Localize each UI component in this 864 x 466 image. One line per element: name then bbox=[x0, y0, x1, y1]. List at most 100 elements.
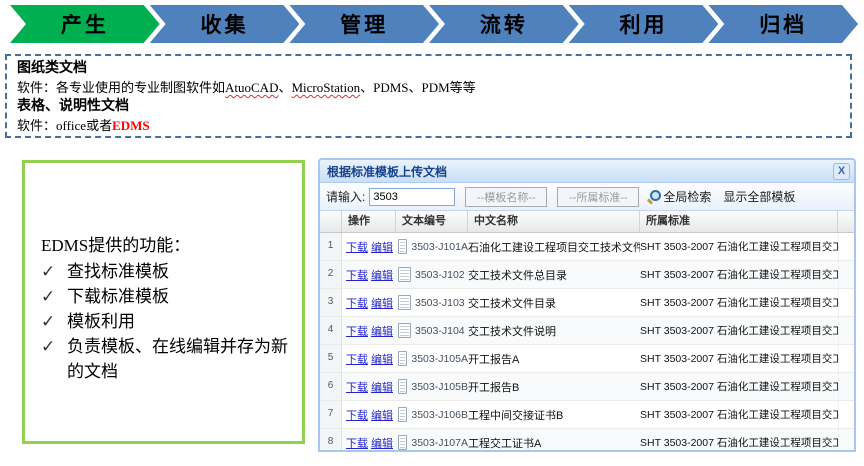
download-link[interactable]: 下载 bbox=[346, 242, 368, 254]
search-icon[interactable] bbox=[647, 190, 661, 204]
term-microstation: MicroStation bbox=[291, 80, 360, 95]
list-item: ✓ 负责模板、在线编辑并存为新的文档 bbox=[41, 334, 292, 384]
doc-standard: SHT 3503-2007 石油化工建设工程项目交工... bbox=[640, 323, 838, 338]
download-link[interactable]: 下载 bbox=[346, 438, 368, 450]
doc-standard: SHT 3503-2007 石油化工建设工程项目交工... bbox=[640, 351, 838, 366]
header-row-number bbox=[320, 211, 342, 232]
table-row[interactable]: 7 下载编辑 3503-J106B 工程中间交接证书B SHT 3503-200… bbox=[320, 401, 854, 429]
doc-standard: SHT 3503-2007 石油化工建设工程项目交工... bbox=[640, 295, 838, 310]
close-icon[interactable]: X bbox=[833, 163, 850, 180]
window-title-bar[interactable]: 根据标准模板上传文档 X bbox=[320, 160, 854, 183]
term-edms: EDMS bbox=[112, 118, 150, 133]
table-docs-title: 表格、说明性文档 bbox=[17, 97, 840, 116]
doc-standard: SHT 3503-2007 石油化工建设工程项目交工... bbox=[640, 379, 838, 394]
download-link[interactable]: 下载 bbox=[346, 270, 368, 282]
table-row[interactable]: 4 下载编辑 3503-J104 交工技术文件说明 SHT 3503-2007 … bbox=[320, 317, 854, 345]
document-icon bbox=[398, 239, 407, 254]
doc-types-box: 图纸类文档 软件：各专业使用的专业制图软件如AtuoCAD、MicroStati… bbox=[5, 54, 852, 138]
doc-code: 3503-J105B bbox=[411, 381, 468, 393]
header-doc-code[interactable]: 文本编号 bbox=[396, 211, 468, 232]
document-icon bbox=[398, 407, 407, 422]
list-item: ✓ 下载标准模板 bbox=[41, 284, 292, 309]
edms-features-title: EDMS提供的功能： bbox=[41, 233, 292, 258]
download-link[interactable]: 下载 bbox=[346, 326, 368, 338]
table-row[interactable]: 6 下载编辑 3503-J105B 开工报告B SHT 3503-2007 石油… bbox=[320, 373, 854, 401]
process-bar: 产生 收集 管理 流转 利用 归档 bbox=[10, 5, 858, 43]
doc-name: 开工报告A bbox=[468, 351, 640, 367]
doc-code: 3503-J106B bbox=[411, 409, 468, 421]
process-step: 归档 bbox=[708, 5, 858, 43]
document-icon bbox=[398, 379, 407, 394]
search-toolbar: 请输入: 全局检索 显示全部模板 bbox=[320, 183, 854, 211]
header-filler bbox=[838, 211, 854, 232]
edit-link[interactable]: 编辑 bbox=[371, 270, 393, 282]
edit-link[interactable]: 编辑 bbox=[371, 354, 393, 366]
doc-code: 3503-J101A bbox=[411, 241, 468, 253]
doc-code: 3503-J104 bbox=[415, 325, 465, 337]
table-docs-software-line: 软件：office或者EDMS bbox=[17, 116, 840, 135]
download-link[interactable]: 下载 bbox=[346, 410, 368, 422]
edit-link[interactable]: 编辑 bbox=[371, 382, 393, 394]
row-number: 4 bbox=[320, 317, 342, 344]
table-row[interactable]: 5 下载编辑 3503-J105A 开工报告A SHT 3503-2007 石油… bbox=[320, 345, 854, 373]
document-icon bbox=[398, 295, 411, 310]
header-operation[interactable]: 操作 bbox=[342, 211, 396, 232]
process-step: 管理 bbox=[289, 5, 439, 43]
process-step: 收集 bbox=[150, 5, 300, 43]
doc-name: 工程中间交接证书B bbox=[468, 407, 640, 423]
check-icon: ✓ bbox=[41, 334, 67, 384]
search-input-label: 请输入: bbox=[326, 188, 365, 205]
process-step: 产生 bbox=[10, 5, 160, 43]
doc-code: 3503-J107A bbox=[411, 437, 468, 449]
term-autocad: AtuoCAD bbox=[225, 80, 278, 95]
search-input[interactable] bbox=[369, 188, 455, 206]
check-icon: ✓ bbox=[41, 309, 67, 334]
table-row[interactable]: 3 下载编辑 3503-J103 交工技术文件目录 SHT 3503-2007 … bbox=[320, 289, 854, 317]
document-icon bbox=[398, 323, 411, 338]
download-link[interactable]: 下载 bbox=[346, 354, 368, 366]
template-name-filter[interactable] bbox=[465, 187, 547, 207]
doc-name: 开工报告B bbox=[468, 379, 640, 395]
header-standard[interactable]: 所属标准 bbox=[640, 211, 838, 232]
global-search-button[interactable]: 全局检索 bbox=[663, 188, 711, 205]
edit-link[interactable]: 编辑 bbox=[371, 242, 393, 254]
grid-header: 操作 文本编号 中文名称 所属标准 bbox=[320, 211, 854, 233]
document-icon bbox=[398, 435, 407, 450]
doc-name: 交工技术文件说明 bbox=[468, 323, 640, 339]
row-number: 7 bbox=[320, 401, 342, 428]
table-row[interactable]: 2 下载编辑 3503-J102 交工技术文件总目录 SHT 3503-2007… bbox=[320, 261, 854, 289]
edit-link[interactable]: 编辑 bbox=[371, 410, 393, 422]
show-all-templates-button[interactable]: 显示全部模板 bbox=[723, 188, 795, 205]
row-number: 5 bbox=[320, 345, 342, 372]
doc-code: 3503-J103 bbox=[415, 297, 465, 309]
doc-standard: SHT 3503-2007 石油化工建设工程项目交工... bbox=[640, 435, 838, 450]
drawing-docs-software-line: 软件：各专业使用的专业制图软件如AtuoCAD、MicroStation、PDM… bbox=[17, 78, 840, 97]
list-item: ✓ 查找标准模板 bbox=[41, 259, 292, 284]
doc-code: 3503-J102 bbox=[415, 269, 465, 281]
process-step: 流转 bbox=[429, 5, 579, 43]
process-step: 利用 bbox=[569, 5, 719, 43]
window-title: 根据标准模板上传文档 bbox=[327, 163, 447, 180]
list-item: ✓ 模板利用 bbox=[41, 309, 292, 334]
row-number: 1 bbox=[320, 233, 342, 260]
table-row[interactable]: 1 下载编辑 3503-J101A 石油化工建设工程项目交工技术文件封面A SH… bbox=[320, 233, 854, 261]
check-icon: ✓ bbox=[41, 259, 67, 284]
template-upload-window: 根据标准模板上传文档 X 请输入: 全局检索 显示全部模板 操作 文本编号 中文… bbox=[318, 158, 856, 452]
document-icon bbox=[398, 267, 411, 282]
row-number: 8 bbox=[320, 429, 342, 452]
download-link[interactable]: 下载 bbox=[346, 298, 368, 310]
edit-link[interactable]: 编辑 bbox=[371, 438, 393, 450]
edit-link[interactable]: 编辑 bbox=[371, 298, 393, 310]
row-number: 2 bbox=[320, 261, 342, 288]
doc-name: 交工技术文件目录 bbox=[468, 295, 640, 311]
doc-standard: SHT 3503-2007 石油化工建设工程项目交工... bbox=[640, 407, 838, 422]
edit-link[interactable]: 编辑 bbox=[371, 326, 393, 338]
standard-filter[interactable] bbox=[557, 187, 639, 207]
doc-standard: SHT 3503-2007 石油化工建设工程项目交工... bbox=[640, 267, 838, 282]
header-doc-name[interactable]: 中文名称 bbox=[468, 211, 640, 232]
slide: 产生 收集 管理 流转 利用 归档 图纸类文档 软件：各专业使用的专业制图软件如… bbox=[0, 0, 864, 466]
check-icon: ✓ bbox=[41, 284, 67, 309]
row-number: 3 bbox=[320, 289, 342, 316]
table-row[interactable]: 8 下载编辑 3503-J107A 工程交工证书A SHT 3503-2007 … bbox=[320, 429, 854, 452]
download-link[interactable]: 下载 bbox=[346, 382, 368, 394]
